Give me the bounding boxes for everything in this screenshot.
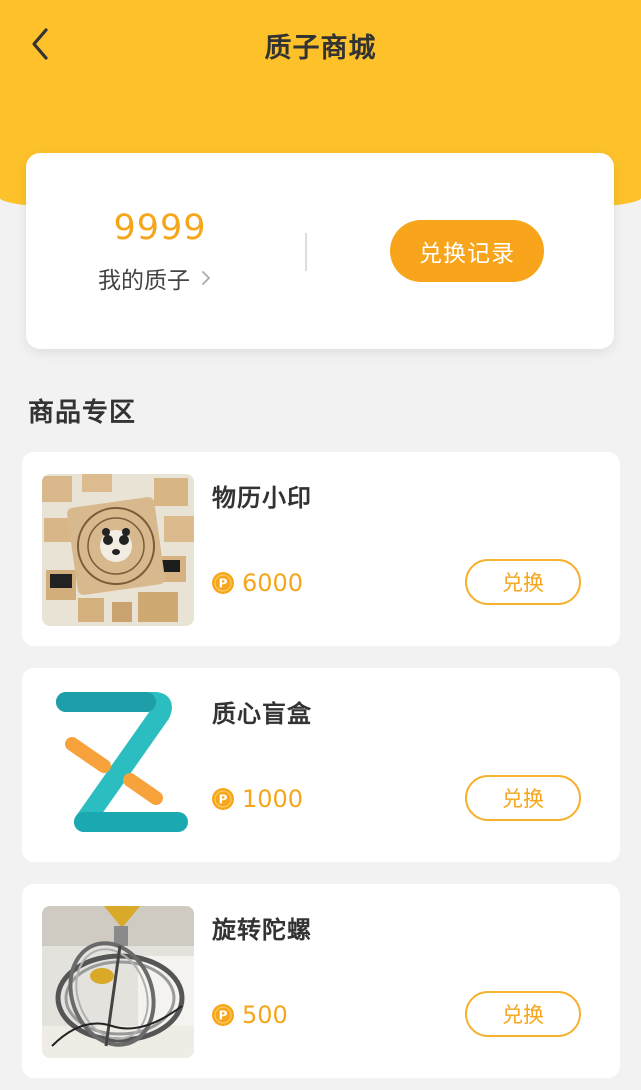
z-logo-image [42,690,194,842]
vertical-divider [305,233,307,271]
product-card-blind-box[interactable]: 质心盲盒 P 1000 兑换 [22,668,620,862]
product-card-gyroscope[interactable]: 旋转陀螺 P 500 兑换 [22,884,620,1078]
exchange-button[interactable]: 兑换 [465,559,581,605]
product-name: 质心盲盒 [212,700,312,728]
svg-text:P: P [219,1009,228,1023]
product-price: P 500 [212,998,288,1032]
product-name: 旋转陀螺 [212,916,312,944]
balance-label: 我的质子 [98,268,190,294]
price-value: 1000 [242,785,304,813]
my-protons-link[interactable]: 我的质子 [98,261,212,295]
svg-text:P: P [219,577,228,591]
product-price: P 1000 [212,782,303,816]
product-name: 物历小印 [212,484,312,512]
exchange-records-button[interactable]: 兑换记录 [390,220,544,282]
coin-icon: P [212,1004,234,1026]
svg-text:P: P [219,793,228,807]
navigation-bar: 质子商城 [0,0,641,90]
price-value: 500 [242,1001,288,1029]
gyroscope-image [42,906,194,1058]
coin-icon: P [212,572,234,594]
balance-value: 9999 [113,208,207,248]
price-value: 6000 [242,569,304,597]
stamp-set-image [42,474,194,626]
coin-icon: P [212,788,234,810]
product-card-stamp[interactable]: 物历小印 P 6000 兑换 [22,452,620,646]
product-price: P 6000 [212,566,303,600]
exchange-button[interactable]: 兑换 [465,775,581,821]
page-title: 质子商城 [264,33,377,64]
balance-card: 9999 我的质子 兑换记录 [26,153,614,349]
exchange-button[interactable]: 兑换 [465,991,581,1037]
chevron-right-icon [202,271,210,285]
section-title: 商品专区 [28,398,137,428]
